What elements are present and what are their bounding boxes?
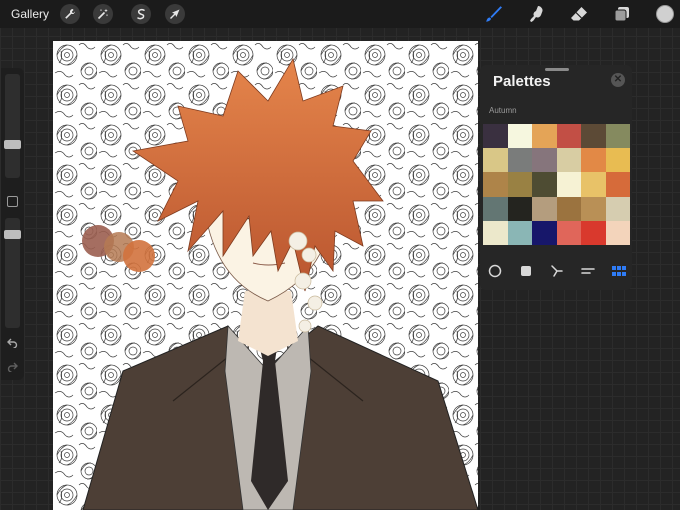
color-swatch[interactable] [507, 124, 532, 149]
palettes-mode-icon[interactable] [610, 263, 628, 279]
transform-arrow-icon[interactable] [165, 4, 185, 24]
color-swatch[interactable] [483, 172, 508, 197]
color-swatch[interactable] [507, 148, 532, 173]
color-swatch[interactable] [605, 196, 630, 221]
swatch-grid [483, 124, 630, 245]
top-toolbar: Gallery [0, 0, 680, 28]
selection-icon[interactable] [131, 4, 151, 24]
palette-mode-tabs [486, 263, 628, 279]
actions-wrench-icon[interactable] [60, 4, 80, 24]
palettes-title: Palettes [493, 73, 551, 90]
gallery-button[interactable]: Gallery [11, 7, 49, 21]
layers-icon[interactable] [611, 3, 633, 25]
color-swatch[interactable] [605, 172, 630, 197]
modify-button[interactable] [7, 196, 18, 207]
color-swatch[interactable] [532, 196, 557, 221]
color-swatch[interactable] [532, 172, 557, 197]
color-swatch[interactable] [532, 124, 557, 149]
color-swatch[interactable] [483, 148, 508, 173]
artwork-illustration [53, 41, 478, 510]
redo-icon[interactable] [5, 362, 20, 376]
color-swatch[interactable] [605, 220, 630, 245]
classic-mode-icon[interactable] [517, 263, 535, 279]
brush-size-slider[interactable] [4, 74, 21, 178]
palettes-panel: Palettes ✕ Autumn [480, 65, 632, 290]
brush-icon[interactable] [482, 3, 504, 25]
smudge-icon[interactable] [526, 3, 548, 25]
current-color-swatch[interactable] [656, 5, 674, 23]
color-swatch[interactable] [581, 196, 606, 221]
color-swatch[interactable] [605, 148, 630, 173]
color-swatch[interactable] [605, 124, 630, 149]
adjustments-magic-wand-icon[interactable] [93, 4, 113, 24]
color-swatch[interactable] [581, 124, 606, 149]
color-swatch[interactable] [556, 148, 581, 173]
color-swatch[interactable] [556, 124, 581, 149]
color-swatch[interactable] [483, 220, 508, 245]
value-mode-icon[interactable] [579, 263, 597, 279]
color-swatch[interactable] [483, 124, 508, 149]
undo-icon[interactable] [5, 338, 20, 352]
color-swatch[interactable] [581, 220, 606, 245]
color-swatch[interactable] [532, 148, 557, 173]
eraser-icon[interactable] [568, 3, 590, 25]
color-swatch[interactable] [507, 220, 532, 245]
color-swatch[interactable] [507, 172, 532, 197]
brush-size-thumb[interactable] [4, 140, 21, 149]
color-swatch[interactable] [556, 172, 581, 197]
drawing-canvas[interactable] [53, 41, 478, 510]
color-swatch[interactable] [483, 196, 508, 221]
opacity-slider[interactable] [4, 218, 21, 328]
close-icon[interactable]: ✕ [611, 73, 625, 87]
color-swatch[interactable] [581, 172, 606, 197]
color-swatch[interactable] [556, 196, 581, 221]
opacity-thumb[interactable] [4, 230, 21, 239]
harmony-mode-icon[interactable] [548, 263, 566, 279]
color-swatch[interactable] [507, 196, 532, 221]
color-swatch[interactable] [581, 148, 606, 173]
disc-mode-icon[interactable] [486, 263, 504, 279]
palette-name: Autumn [489, 106, 517, 115]
color-swatch[interactable] [532, 220, 557, 245]
left-sidebar [1, 68, 24, 380]
color-swatch[interactable] [556, 220, 581, 245]
panel-grabber[interactable] [545, 68, 569, 71]
